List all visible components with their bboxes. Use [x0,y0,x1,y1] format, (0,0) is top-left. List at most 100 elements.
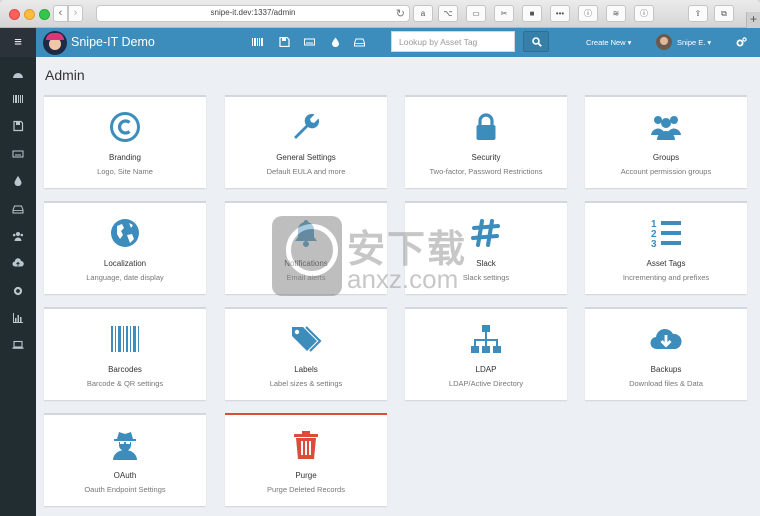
sidebar-item-settings[interactable] [12,285,24,297]
card-description: Default EULA and more [266,167,346,176]
list-ol-icon: 123 [651,219,681,249]
app-navbar: ≡ Snipe-IT Demo Lookup by Asset Tag Crea… [0,28,760,57]
card-groups[interactable]: Groups Account permission groups [585,95,747,188]
card-title: Purge [295,471,317,480]
sidebar-item-accessories[interactable] [12,148,24,160]
card-labels[interactable]: Labels Label sizes & settings [225,307,387,400]
hdd-icon[interactable] [354,37,365,47]
extension-password-icon[interactable]: ••• [550,5,570,22]
avatar[interactable] [656,34,672,50]
sidebar-item-reports[interactable] [12,312,24,324]
globe-icon [111,219,139,247]
card-general-settings[interactable]: General Settings Default EULA and more [225,95,387,188]
floppy-disk-icon[interactable] [279,37,290,47]
extension-option-icon[interactable]: ⌥ [438,5,458,22]
card-title: Barcodes [108,365,142,374]
card-description: Label sizes & settings [269,379,343,388]
page-title: Admin [45,67,85,83]
create-new-dropdown[interactable]: Create New ▾ [586,38,631,47]
card-title: Security [471,153,501,162]
card-title: General Settings [276,153,336,162]
card-localization[interactable]: Localization Language, date display [44,201,206,294]
cogs-icon[interactable] [736,37,747,48]
trash-icon [294,431,318,459]
user-menu-dropdown[interactable]: Snipe E. ▾ [677,38,711,47]
card-title: Branding [108,153,142,162]
card-oauth[interactable]: OAuth Oauth Endpoint Settings [44,413,206,506]
card-purge[interactable]: Purge Purge Deleted Records [225,413,387,506]
extension-scissors-icon[interactable]: ✂ [494,5,514,22]
card-notifications[interactable]: Notifications Email alerts [225,201,387,294]
minimize-window-button[interactable] [24,9,35,20]
card-slack[interactable]: Slack Slack settings [405,201,567,294]
users-icon [651,116,681,140]
keyboard-icon[interactable] [304,37,315,47]
close-window-button[interactable] [9,9,20,20]
card-backups[interactable]: Backups Download files & Data [585,307,747,400]
asset-tag-search-input[interactable]: Lookup by Asset Tag [391,31,515,52]
url-text: snipe-it.dev:1337/admin [210,8,296,17]
cloud-download-icon [650,329,682,350]
sidebar-item-people[interactable] [12,230,24,242]
search-button[interactable] [523,31,549,52]
sidebar-item-assets[interactable] [12,93,24,105]
zoom-window-button[interactable] [39,9,50,20]
reload-icon[interactable]: ↻ [396,7,405,20]
browser-window: ‹ › snipe-it.dev:1337/admin ↻ a ⌥ ▭ ✂ ■ … [0,0,760,516]
sidebar-item-dashboard[interactable] [12,69,24,81]
card-description: Two-factor, Password Restrictions [429,167,543,176]
card-description: Language, date display [86,273,164,282]
card-title: Labels [294,365,318,374]
search-icon [532,37,542,47]
extension-keyboard-icon[interactable]: ▭ [466,5,486,22]
sidebar-item-requestable[interactable] [12,339,24,351]
extension-info-icon[interactable]: ⓘ [578,5,598,22]
sitemap-icon [471,325,501,353]
extension-amazon-icon[interactable]: a [413,5,433,22]
card-title: LDAP [475,365,497,374]
sidebar [0,57,36,516]
forward-button[interactable]: › [68,5,83,22]
share-icon[interactable]: ⇪ [688,5,708,22]
tags-icon [292,326,322,352]
slack-icon [471,219,500,247]
card-ldap[interactable]: LDAP LDAP/Active Directory [405,307,567,400]
card-title: Groups [652,153,680,162]
card-title: Notifications [284,259,328,268]
card-description: Incrementing and prefixes [622,273,710,282]
card-description: Purge Deleted Records [267,485,345,494]
card-description: Barcode & QR settings [86,379,164,388]
hamburger-menu-icon[interactable]: ≡ [0,28,36,57]
card-title: OAuth [113,471,137,480]
barcode-icon[interactable] [252,37,263,47]
address-bar[interactable]: snipe-it.dev:1337/admin ↻ [96,5,410,22]
copyright-icon [110,112,140,142]
extension-lock-icon[interactable]: ■ [522,5,542,22]
app-brand[interactable]: Snipe-IT Demo [71,35,155,49]
card-security[interactable]: Security Two-factor, Password Restrictio… [405,95,567,188]
back-button[interactable]: ‹ [53,5,68,22]
card-barcodes[interactable]: Barcodes Barcode & QR settings [44,307,206,400]
svg-text:3: 3 [651,239,657,249]
lock-icon [476,113,496,140]
main-content: Admin Branding Logo, Site Name General S… [36,57,760,516]
browser-toolbar: ‹ › snipe-it.dev:1337/admin ↻ a ⌥ ▭ ✂ ■ … [0,0,760,28]
wrench-icon [294,113,320,139]
extension-details-icon[interactable]: ⓘ [634,5,654,22]
user-secret-icon [113,432,137,460]
card-description: Oauth Endpoint Settings [84,485,166,494]
sidebar-item-components[interactable] [12,203,24,215]
extension-layers-icon[interactable]: ≋ [606,5,626,22]
sidebar-item-import[interactable] [12,257,24,269]
card-title: Asset Tags [646,259,686,268]
tint-icon[interactable] [330,37,341,47]
card-asset-tags[interactable]: 123 Asset Tags Incrementing and prefixes [585,201,747,294]
sidebar-item-licenses[interactable] [12,120,24,132]
app-logo[interactable] [43,31,67,55]
tabs-overview-icon[interactable]: ⧉ [714,5,734,22]
new-tab-button[interactable]: + [746,12,760,28]
sidebar-item-consumables[interactable] [12,175,24,187]
bell-icon [295,220,317,247]
card-branding[interactable]: Branding Logo, Site Name [44,95,206,188]
card-title: Backups [650,365,682,374]
